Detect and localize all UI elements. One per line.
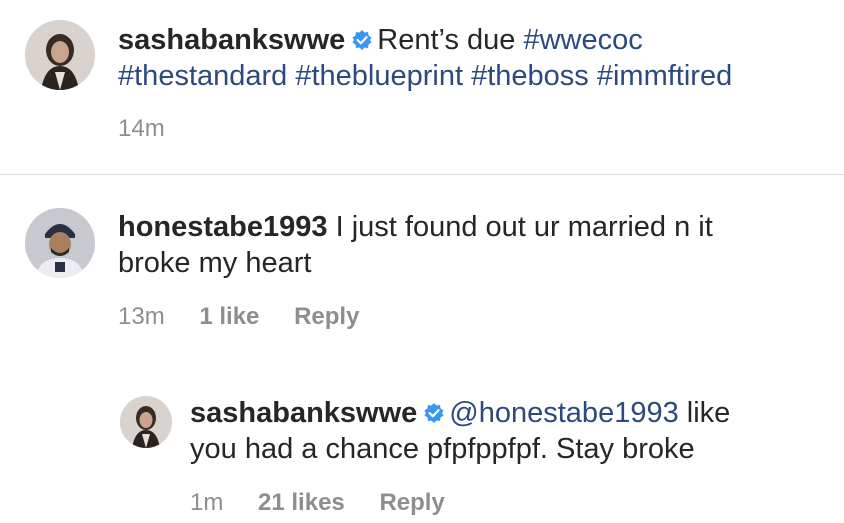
reply-likes[interactable]: 21 likes (258, 489, 345, 516)
reply-mention-link[interactable]: @honestabe1993 (449, 397, 678, 429)
divider (0, 174, 844, 175)
verified-badge-icon (424, 403, 444, 423)
reply-meta: 1m 21 likes Reply (190, 489, 473, 517)
comment-username[interactable]: honestabe1993 (118, 211, 328, 243)
avatar-photo-icon (25, 20, 95, 90)
verified-badge-icon (352, 30, 372, 50)
post-time: 14m (118, 115, 165, 142)
post-meta: 14m (118, 115, 193, 143)
reply-reply-button[interactable]: Reply (379, 489, 444, 516)
post-avatar[interactable] (25, 20, 95, 90)
hashtag-link[interactable]: #wwecoc (523, 24, 642, 56)
reply-username[interactable]: sashabankswwe (190, 397, 417, 429)
hashtag-links[interactable]: #thestandard #theblueprint #theboss #imm… (118, 58, 732, 94)
comment-meta: 13m 1 like Reply (118, 303, 387, 331)
comment-reply-button[interactable]: Reply (294, 303, 359, 330)
post-text: Rent’s due (377, 24, 516, 56)
reply-text-line1: like (686, 397, 731, 429)
avatar-photo-icon (120, 396, 172, 448)
post-caption: sashabankswwe Rent’s due #wwecoc #thestan… (118, 22, 732, 94)
reply-body: sashabankswwe @honestabe1993 like you had… (190, 395, 730, 467)
comment-time: 13m (118, 303, 165, 330)
reply-avatar[interactable] (120, 396, 172, 448)
comment-body: honestabe1993 I just found out ur marrie… (118, 209, 713, 281)
comment-text-line1: I just found out ur married n it (335, 211, 713, 243)
comment-avatar[interactable] (25, 208, 95, 278)
avatar-photo-icon (25, 208, 95, 278)
comment-text-line2: broke my heart (118, 247, 312, 279)
reply-text-line2: you had a chance pfpfppfpf. Stay broke (190, 433, 695, 465)
reply-time: 1m (190, 489, 224, 516)
comment-likes[interactable]: 1 like (199, 303, 259, 330)
post-username[interactable]: sashabankswwe (118, 24, 345, 56)
